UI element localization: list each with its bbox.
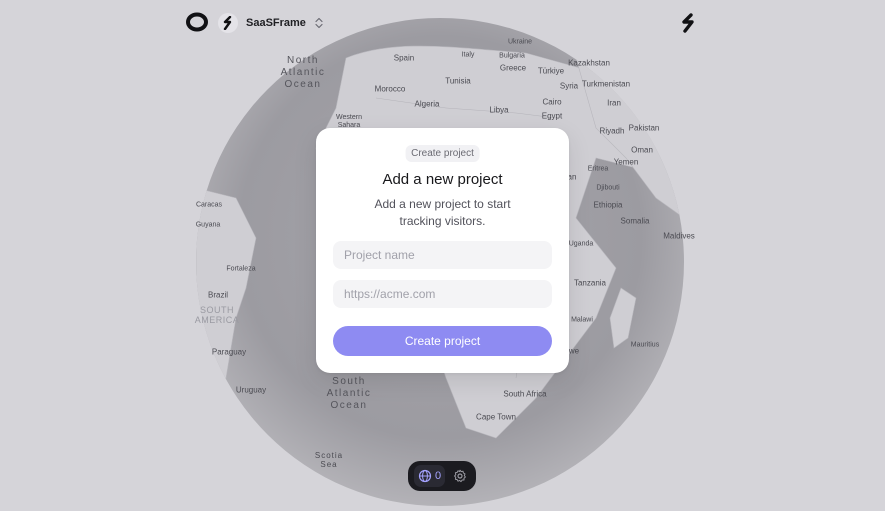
visitors-button[interactable]: 0 [414,465,446,487]
map-label-spain: Spain [393,53,415,63]
map-label-italy: Italy [461,51,475,59]
map-label-egypt: Egypt [541,111,563,121]
map-label-uruguay: Uruguay [235,385,267,395]
map-label-malawi: Malawi [571,316,593,324]
map-label-turkiye: Türkiye [537,66,565,76]
map-label-riyadh: Riyadh [599,126,625,136]
settings-button[interactable] [449,465,470,487]
map-label-algeria: Algeria [414,99,440,109]
map-label-oman: Oman [631,145,653,155]
map-label-greece: Greece [499,63,527,73]
ring-logo-icon[interactable] [186,12,208,32]
workspace-switcher[interactable]: SaaSFrame [218,12,324,34]
gear-icon [453,469,466,483]
map-label-iran: Iran [607,98,621,108]
map-label-bulgaria: Bulgaria [499,52,525,60]
modal-description: Add a new project to start tracking visi… [374,197,511,228]
map-label-cairo: Cairo [542,97,562,107]
map-label-south-atlantic: South Atlantic Ocean [326,376,372,411]
map-label-tanzania: Tanzania [573,278,607,288]
map-label-caracas: Caracas [195,201,223,209]
modal-badge: Create project [405,145,480,162]
map-label-libya: Libya [489,105,509,115]
map-label-syria: Syria [559,81,579,91]
map-label-north-atlantic: North Atlantic Ocean [280,55,326,90]
map-label-kazakhstan: Kazakhstan [568,58,610,68]
visitor-count: 0 [435,470,442,482]
map-label-somalia: Somalia [620,216,650,226]
map-label-ethiopia: Ethiopia [593,200,623,210]
map-label-tunisia: Tunisia [445,76,471,86]
workspace-name: SaaSFrame [246,17,306,29]
project-name-input[interactable] [333,241,552,269]
map-label-zimbabwe: we [568,346,580,356]
map-label-uganda: Uganda [568,240,594,248]
map-label-scotia-sea: Scotia Sea [314,451,344,469]
saasframe-logo-icon[interactable] [677,12,699,34]
project-url-input[interactable] [333,280,552,308]
create-project-button[interactable]: Create project [333,326,552,356]
map-label-south-america: SOUTH AMERICA [194,305,240,325]
chevron-up-down-icon [315,17,323,29]
map-label-brazil: Brazil [207,290,229,300]
map-label-djibouti: Djibouti [596,184,620,192]
map-label-guyana: Guyana [195,221,221,229]
map-label-morocco: Morocco [374,84,406,94]
create-project-modal: Create project Add a new project Add a n… [316,128,569,373]
map-label-fortaleza: Fortaleza [226,265,256,273]
globe-icon [418,469,432,483]
map-label-ukraine: Ukraine [507,38,533,46]
map-label-eritrea: Eritrea [587,165,609,173]
map-label-mauritius: Mauritius [630,341,660,349]
map-label-south-africa: South Africa [503,389,547,399]
map-label-turkmenistan: Turkmenistan [581,79,631,89]
map-label-pakistan: Pakistan [628,123,660,133]
bottom-dock: 0 [408,461,476,491]
map-label-cape-town: Cape Town [476,412,516,422]
saasframe-logo-icon [218,13,238,33]
map-label-maldives: Maldives [663,231,695,241]
map-label-yemen: Yemen [613,157,639,167]
map-label-paraguay: Paraguay [211,347,247,357]
modal-title: Add a new project [382,171,503,188]
